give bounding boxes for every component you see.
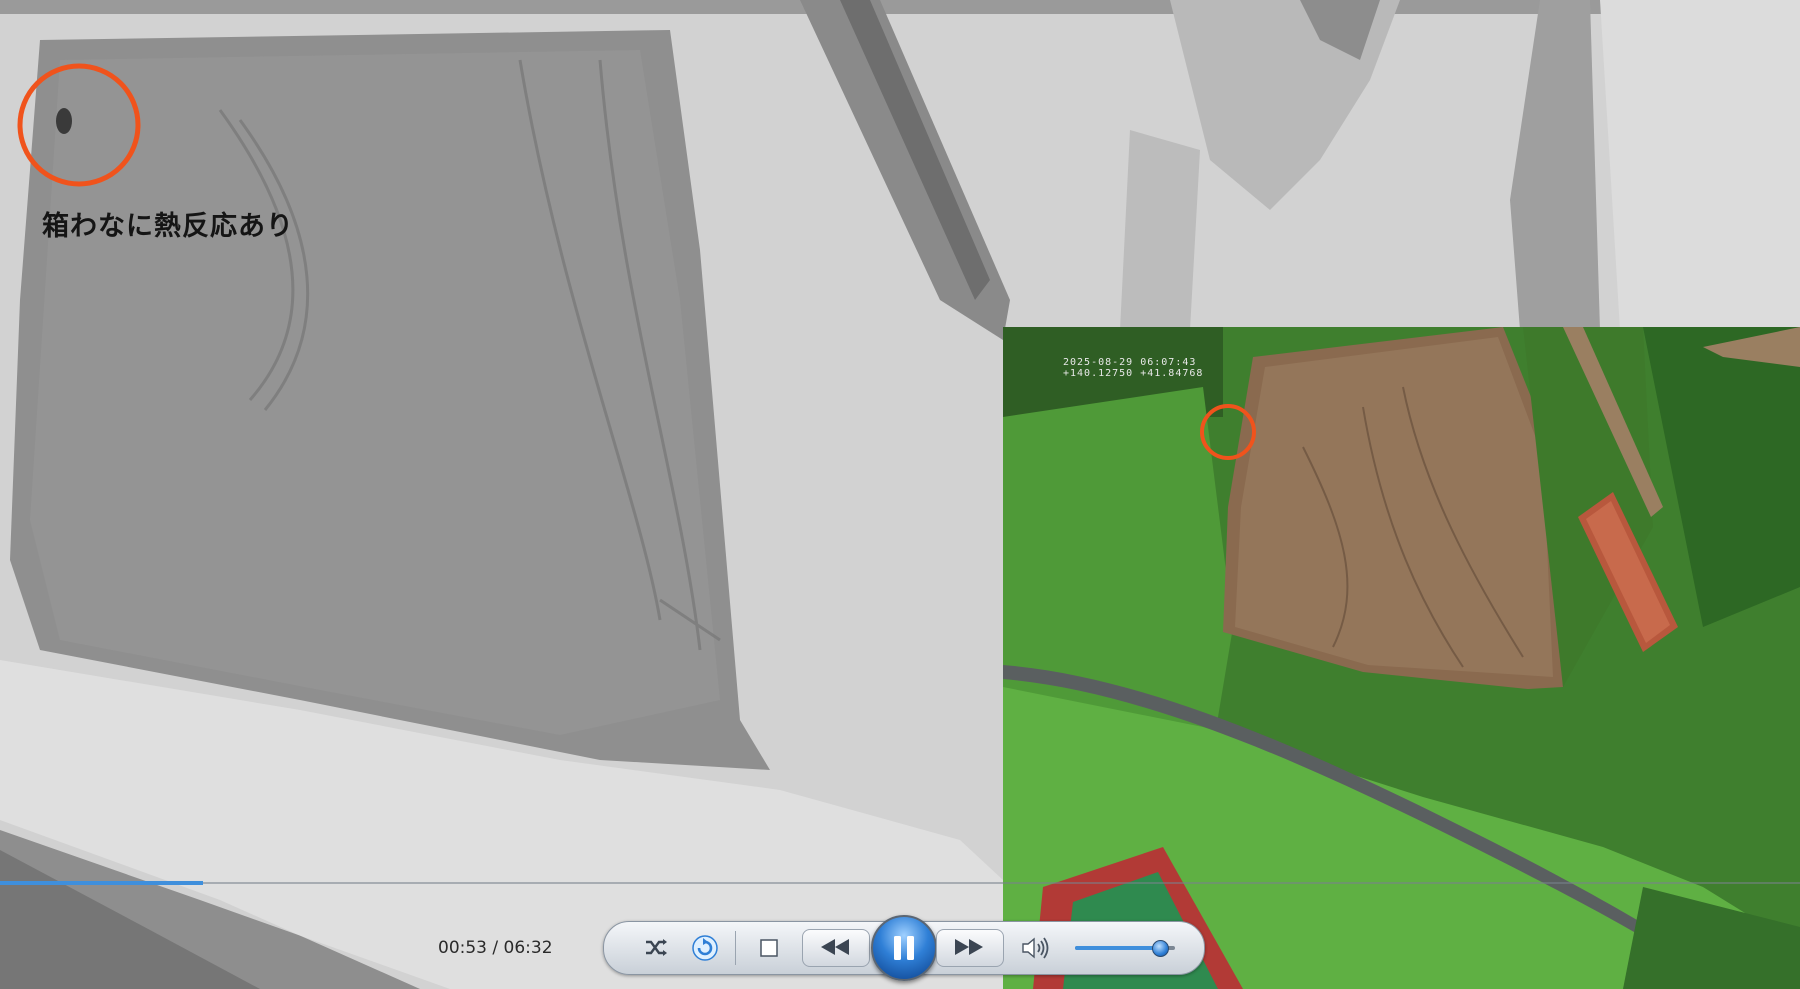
repeat-icon[interactable] <box>687 930 723 966</box>
rewind-icon[interactable] <box>802 929 868 965</box>
volume-level <box>1075 946 1160 950</box>
pause-button[interactable] <box>871 915 937 981</box>
controls-divider <box>735 931 736 965</box>
inset-osd-timestamp: 2025-08-29 06:07:43 +140.12750 +41.84768 <box>1063 357 1203 379</box>
fast-forward-icon[interactable] <box>936 929 1002 965</box>
time-display: 00:53 / 06:32 <box>438 938 553 958</box>
seek-bar[interactable] <box>0 880 1800 886</box>
shuffle-icon[interactable] <box>640 932 672 964</box>
speaker-icon[interactable] <box>1018 932 1054 964</box>
volume-handle[interactable] <box>1152 940 1169 957</box>
pause-icon <box>894 936 914 960</box>
osd-datetime: 2025-08-29 06:07:43 <box>1063 357 1197 368</box>
stop-icon[interactable] <box>753 932 785 964</box>
osd-coordinates: +140.12750 +41.84768 <box>1063 368 1204 379</box>
media-player-window: 箱わなに熱反応あり 2025-08-29 06:07:43 +140.12750… <box>0 0 1800 989</box>
annotation-label: 箱わなに熱反応あり <box>42 211 294 242</box>
seek-progress <box>0 881 204 885</box>
volume-slider[interactable] <box>1075 940 1175 957</box>
rgb-video-inset: 2025-08-29 06:07:43 +140.12750 +41.84768 <box>1003 327 1800 989</box>
aerial-rgb-imagery <box>1003 327 1800 989</box>
seek-track[interactable] <box>0 882 1800 884</box>
